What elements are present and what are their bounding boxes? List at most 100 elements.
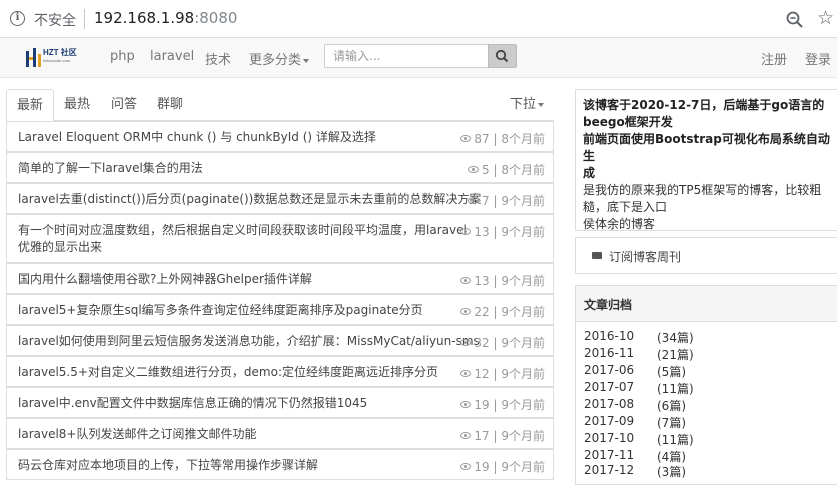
view-count: 32	[474, 336, 490, 350]
view-count: 19	[474, 460, 490, 474]
article-title[interactable]: Laravel Eloquent ORM中 chunk () 与 chunkBy…	[18, 129, 376, 146]
archive-count: (11篇)	[657, 382, 694, 396]
post-time: 9个月前	[501, 225, 545, 239]
post-time: 9个月前	[501, 367, 545, 381]
view-count: 87	[474, 132, 490, 146]
url-field[interactable]: 192.168.1.98:8080	[94, 9, 237, 27]
archive-item[interactable]: 2017-08 (6篇)	[584, 397, 686, 413]
nav-link-php[interactable]: php	[110, 49, 135, 64]
archive-month: 2017-06	[584, 363, 635, 377]
subscribe-panel[interactable]: 订阅博客周刊	[575, 237, 837, 274]
nav-link-laravel[interactable]: laravel	[150, 49, 194, 64]
article-title[interactable]: laravel5.5+对自定义二维数组进行分页，demo:定位经纬度距离远近排序…	[18, 364, 438, 381]
eye-icon	[460, 463, 472, 470]
register-link[interactable]: 注册	[761, 49, 787, 68]
archive-item[interactable]: 2017-11 (4篇)	[584, 448, 686, 464]
archive-month: 2017-07	[584, 380, 635, 394]
archive-item[interactable]: 2016-10 (34篇)	[584, 329, 694, 345]
about-line: 是我仿的原来我的TP5框架写的博客，比较粗	[583, 183, 822, 197]
view-count: 19	[474, 398, 490, 412]
archive-count: (6篇)	[657, 399, 686, 413]
post-time: 8个月前	[501, 132, 545, 146]
view-count: 5	[482, 163, 490, 177]
eye-icon	[460, 135, 472, 142]
article-meta: 12 | 9个月前	[460, 365, 545, 382]
list-item[interactable]: laravel去重(distinct())后分页(paginate())数据总数…	[6, 183, 554, 214]
article-title[interactable]: laravel5+复杂原生sql编写多条件查询定位经纬度距离排序及paginat…	[18, 302, 423, 319]
article-meta: 22 | 9个月前	[460, 303, 545, 320]
archive-count: (7篇)	[657, 416, 686, 430]
post-time: 9个月前	[501, 274, 545, 288]
view-count: 13	[474, 274, 490, 288]
list-item[interactable]: laravel中.env配置文件中数据库信息正确的情况下仍然报错1045 19 …	[6, 387, 554, 418]
info-icon[interactable]: i	[10, 11, 25, 26]
article-title[interactable]: laravel去重(distinct())后分页(paginate())数据总数…	[18, 191, 481, 208]
tab-qa[interactable]: 问答	[111, 89, 137, 121]
subscribe-label[interactable]: 订阅博客周刊	[609, 248, 681, 265]
list-item[interactable]: laravel8+队列发送邮件之订阅推文邮件功能 17 | 9个月前	[6, 418, 554, 449]
list-item[interactable]: 简单的了解一下laravel集合的用法 5 | 8个月前	[6, 152, 554, 183]
archive-item[interactable]: 2017-10 (11篇)	[584, 431, 694, 447]
archive-month: 2016-11	[584, 346, 635, 360]
archive-panel: 文章归档 2016-10 (34篇) 2016-11 (21篇) 2017-06 (5…	[575, 285, 837, 485]
article-title-line2[interactable]: 优雅的显示出来	[18, 239, 102, 256]
archive-count: (11篇)	[657, 433, 694, 447]
article-meta: 17 | 9个月前	[460, 427, 545, 444]
list-item[interactable]: 有一个时间对应温度数组，然后根据自定义时间段获取该时间段平均温度，用larave…	[6, 214, 554, 263]
list-item[interactable]: laravel如何使用到阿里云短信服务发送消息功能，介绍扩展：MissMyCat…	[6, 325, 554, 356]
tab-group-chat[interactable]: 群聊	[157, 89, 183, 121]
zoom-out-icon[interactable]	[785, 10, 805, 30]
logo-text: HZT 社区	[43, 48, 77, 57]
list-item[interactable]: Laravel Eloquent ORM中 chunk () 与 chunkBy…	[6, 121, 554, 152]
url-host: 192.168.1.98	[94, 9, 195, 27]
post-time: 9个月前	[501, 336, 545, 350]
search-button[interactable]	[488, 44, 517, 68]
article-title[interactable]: laravel如何使用到阿里云短信服务发送消息功能，介绍扩展：MissMyCat…	[18, 333, 480, 350]
archive-item[interactable]: 2017-07 (11篇)	[584, 380, 694, 396]
insecure-label[interactable]: 不安全	[34, 10, 76, 30]
tab-hottest[interactable]: 最热	[64, 89, 90, 121]
about-line: 前端页面使用Bootstrap可视化布局系统自动生	[583, 132, 830, 163]
old-blog-link[interactable]: 侯体余的博客	[583, 216, 837, 233]
article-meta: 19 | 9个月前	[460, 396, 545, 413]
search-input[interactable]	[324, 44, 490, 68]
archive-month: 2017-08	[584, 397, 635, 411]
list-item[interactable]: 码云仓库对应本地项目的上传，下拉等常用操作步骤详解 19 | 9个月前	[6, 449, 554, 480]
eye-icon	[460, 401, 472, 408]
nav-more-categories[interactable]: 更多分类	[249, 49, 310, 68]
article-tabs: 最新 最热 问答 群聊 下拉	[6, 89, 554, 122]
nav-link-tech[interactable]: 技术	[205, 49, 231, 68]
post-time: 9个月前	[501, 398, 545, 412]
article-meta: 87 | 8个月前	[460, 130, 545, 147]
archive-item[interactable]: 2017-09 (7篇)	[584, 414, 686, 430]
list-item[interactable]: 国内用什么翻墙使用谷歌?上外网神器Ghelper插件详解 13 | 9个月前	[6, 263, 554, 294]
list-item[interactable]: laravel5.5+对自定义二维数组进行分页，demo:定位经纬度距离远近排序…	[6, 356, 554, 387]
bookmark-star-icon[interactable]: ☆	[817, 8, 834, 28]
article-meta: 7 | 9个月前	[468, 192, 545, 209]
mail-icon	[592, 252, 602, 259]
login-link[interactable]: 登录	[805, 49, 831, 68]
article-title[interactable]: laravel中.env配置文件中数据库信息正确的情况下仍然报错1045	[18, 395, 367, 412]
url-port: :8080	[194, 9, 238, 27]
list-item[interactable]: laravel5+复杂原生sql编写多条件查询定位经纬度距离排序及paginat…	[6, 294, 554, 325]
archive-header: 文章归档	[576, 286, 837, 322]
post-time: 8个月前	[501, 163, 545, 177]
tab-dropdown[interactable]: 下拉	[510, 89, 544, 121]
archive-item[interactable]: 2017-06 (5篇)	[584, 363, 686, 379]
article-title[interactable]: laravel8+队列发送邮件之订阅推文邮件功能	[18, 426, 256, 443]
archive-month: 2016-10	[584, 329, 635, 343]
about-line: beego框架开发	[583, 115, 673, 129]
eye-icon	[468, 166, 480, 173]
view-count: 17	[474, 429, 490, 443]
tab-latest[interactable]: 最新	[6, 89, 55, 122]
article-title[interactable]: 国内用什么翻墙使用谷歌?上外网神器Ghelper插件详解	[18, 271, 312, 288]
archive-month: 2017-10	[584, 431, 635, 445]
post-time: 9个月前	[501, 305, 545, 319]
archive-month: 2017-09	[584, 414, 635, 428]
article-meta: 13 | 9个月前	[460, 223, 545, 240]
archive-item[interactable]: 2016-11 (21篇)	[584, 346, 694, 362]
article-title[interactable]: 有一个时间对应温度数组，然后根据自定义时间段获取该时间段平均温度，用larave…	[18, 222, 467, 239]
article-title[interactable]: 简单的了解一下laravel集合的用法	[18, 160, 203, 177]
site-navbar: HZT 社区 hztoncode.com php laravel 技术 更多分类…	[0, 38, 837, 78]
article-title[interactable]: 码云仓库对应本地项目的上传，下拉等常用操作步骤详解	[18, 457, 318, 474]
